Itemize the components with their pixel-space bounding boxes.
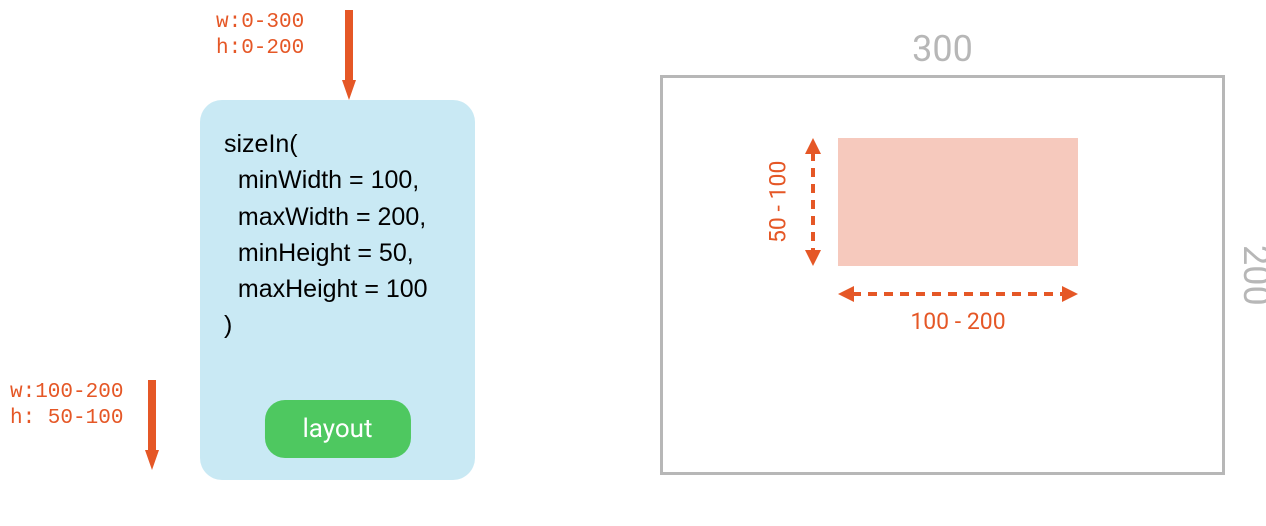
arrow-down-out-icon bbox=[145, 380, 159, 470]
inner-rect bbox=[838, 138, 1078, 266]
height-range-label: 50 - 100 bbox=[767, 138, 789, 266]
width-range-label: 100 - 200 bbox=[838, 308, 1078, 335]
code-card: sizeIn( minWidth = 100, maxWidth = 200, … bbox=[200, 100, 475, 480]
left-panel: w:0-300 h:0-200 sizeIn( minWidth = 100, … bbox=[0, 0, 600, 526]
layout-button[interactable]: layout bbox=[264, 400, 410, 458]
height-range-arrow-icon bbox=[793, 138, 833, 266]
right-panel: 300 200 50 - 100 100 - 200 bbox=[600, 0, 1266, 526]
outer-width-label: 300 bbox=[660, 28, 1225, 70]
outer-box: 50 - 100 100 - 200 bbox=[660, 75, 1225, 475]
code-text: sizeIn( minWidth = 100, maxWidth = 200, … bbox=[224, 126, 451, 344]
outgoing-constraints-label: w:100-200 h: 50-100 bbox=[10, 380, 123, 433]
outer-height-label: 200 bbox=[1236, 75, 1266, 475]
incoming-constraints-label: w:0-300 h:0-200 bbox=[216, 10, 304, 63]
arrow-down-in-icon bbox=[342, 10, 356, 100]
